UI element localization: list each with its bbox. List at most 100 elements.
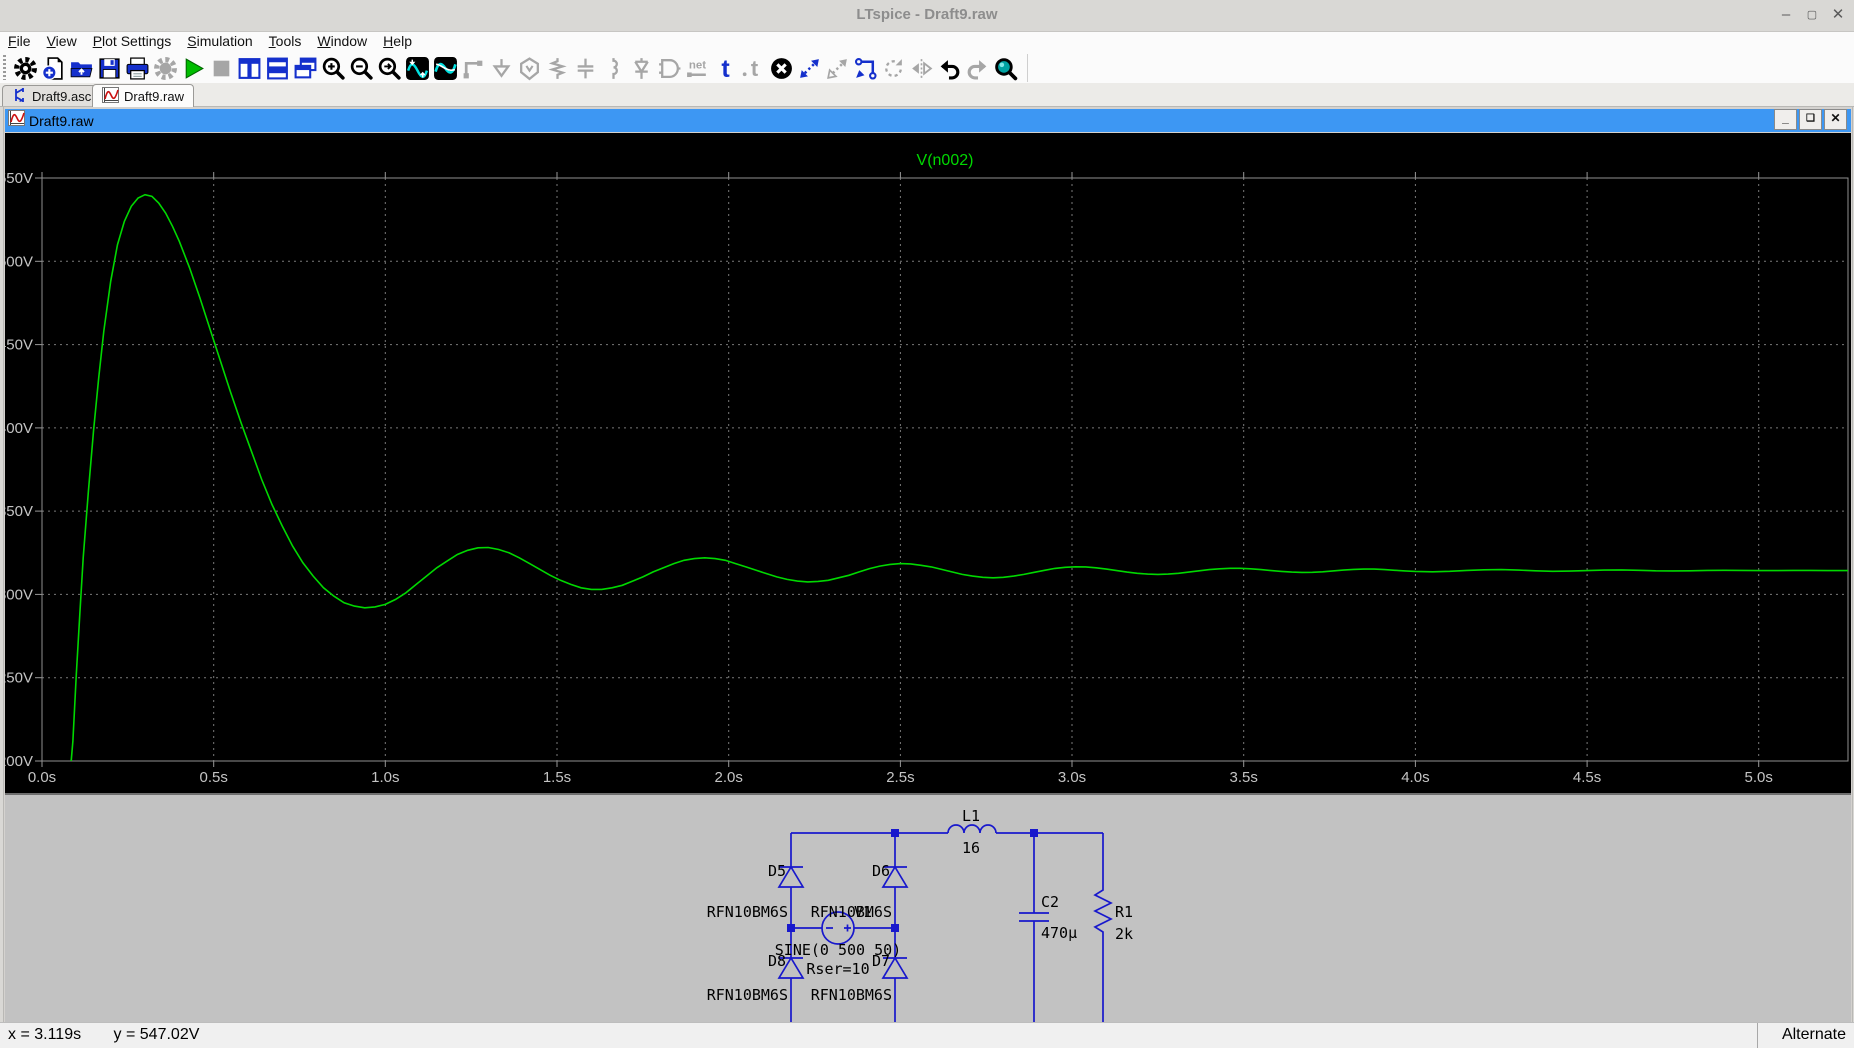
label-D7[interactable]: D7 xyxy=(872,952,890,970)
x-tick-label: 4.5s xyxy=(1573,769,1601,786)
copy-icon[interactable] xyxy=(823,54,851,82)
menu-help[interactable]: Help xyxy=(375,32,420,51)
redo-icon[interactable] xyxy=(963,54,991,82)
delete-icon[interactable] xyxy=(767,54,795,82)
capacitor-icon[interactable] xyxy=(571,54,599,82)
tab-draft9-raw[interactable]: Draft9.raw xyxy=(92,84,194,107)
find-icon[interactable] xyxy=(991,54,1019,82)
window-maximize-button[interactable]: ▢ xyxy=(1800,4,1824,26)
model-D7[interactable]: RFN10BM6S xyxy=(811,986,892,1004)
trace-label: V(n002) xyxy=(917,152,974,169)
run-icon[interactable] xyxy=(179,54,207,82)
text-icon[interactable]: t xyxy=(711,54,739,82)
rotate-icon[interactable] xyxy=(879,54,907,82)
model-D6[interactable]: RFN10BM6S xyxy=(811,903,892,921)
x-tick-label: 3.0s xyxy=(1058,769,1086,786)
inductor-icon[interactable] xyxy=(599,54,627,82)
menu-view[interactable]: View xyxy=(39,32,85,51)
waveform-icon xyxy=(102,87,119,106)
window-close-button[interactable]: ✕ xyxy=(1826,4,1850,26)
label-L1[interactable]: L1 xyxy=(962,807,980,825)
source-polarity-marks xyxy=(826,925,851,932)
net-label-icon[interactable] xyxy=(515,54,543,82)
halt-icon[interactable] xyxy=(207,54,235,82)
ground-icon[interactable] xyxy=(487,54,515,82)
schematic-pane[interactable]: L1 16 D5 D6 RFN10BM6S RFN10BM6S V1 SINE(… xyxy=(5,793,1851,1024)
x-tick-label: 1.0s xyxy=(371,769,399,786)
zoom-extents-icon[interactable] xyxy=(375,54,403,82)
label-D6[interactable]: D6 xyxy=(872,862,890,880)
value-C2[interactable]: 470µ xyxy=(1041,924,1077,942)
inductor-L1[interactable] xyxy=(948,825,996,833)
waveform-settings-icon[interactable] xyxy=(431,54,459,82)
undo-icon[interactable] xyxy=(935,54,963,82)
tab-draft9-asc[interactable]: Draft9.asc xyxy=(2,85,101,106)
y-tick-label: 450V xyxy=(5,337,33,354)
model-D5[interactable]: RFN10BM6S xyxy=(707,903,788,921)
menu-simulation[interactable]: Simulation xyxy=(179,32,260,51)
pause-icon[interactable] xyxy=(151,54,179,82)
move-icon[interactable] xyxy=(795,54,823,82)
window-minimize-button[interactable]: – xyxy=(1774,4,1798,26)
resistor-icon[interactable] xyxy=(543,54,571,82)
zoom-out-icon[interactable] xyxy=(347,54,375,82)
label-V1[interactable]: V1 xyxy=(854,903,872,921)
net-name-icon[interactable]: net xyxy=(683,54,711,82)
svg-text:t: t xyxy=(721,56,730,81)
schematic-icon xyxy=(12,87,27,106)
model-D8[interactable]: RFN10BM6S xyxy=(707,986,788,1004)
drag-icon[interactable] xyxy=(851,54,879,82)
toolbar: nettt xyxy=(0,52,1854,84)
plot-window-titlebar[interactable]: Draft9.raw xyxy=(5,109,1851,132)
waveform-pane[interactable]: 0.0s0.5s1.0s1.5s2.0s2.5s3.0s3.5s4.0s4.5s… xyxy=(5,133,1851,793)
print-icon[interactable] xyxy=(123,54,151,82)
label-R1[interactable]: R1 xyxy=(1115,903,1133,921)
menu-window[interactable]: Window xyxy=(309,32,375,51)
wire-icon[interactable] xyxy=(459,54,487,82)
param-V1[interactable]: Rser=10 xyxy=(806,960,869,978)
cascade-icon[interactable] xyxy=(291,54,319,82)
x-tick-label: 3.5s xyxy=(1230,769,1258,786)
diode-icon[interactable] xyxy=(627,54,655,82)
open-icon[interactable] xyxy=(67,54,95,82)
schematic-drawing: L1 16 D5 D6 RFN10BM6S RFN10BM6S V1 SINE(… xyxy=(5,795,1851,1022)
x-tick-label: 1.5s xyxy=(543,769,571,786)
mdi-window-draft9-raw: Draft9.raw _ ❑ ✕ 0.0s0.5s1.0s1.5s2.0s2.5… xyxy=(3,106,1853,1024)
autorange-y-icon[interactable] xyxy=(403,54,431,82)
label-C2[interactable]: C2 xyxy=(1041,893,1059,911)
menu-file[interactable]: File xyxy=(0,32,39,51)
junction-dot xyxy=(1030,829,1038,837)
y-tick-label: 350V xyxy=(5,503,33,520)
y-tick-label: 550V xyxy=(5,170,33,187)
control-panel-icon[interactable] xyxy=(11,54,39,82)
ltspice-app: LTspice - Draft9.raw – ▢ ✕ FileViewPlot … xyxy=(0,0,1854,1048)
value-R1[interactable]: 2k xyxy=(1115,925,1133,943)
component-icon[interactable] xyxy=(655,54,683,82)
toolbar-grip[interactable] xyxy=(3,55,6,80)
tile-horizontal-icon[interactable] xyxy=(263,54,291,82)
save-icon[interactable] xyxy=(95,54,123,82)
junction-dot xyxy=(891,829,899,837)
plot-minimize-button[interactable]: _ xyxy=(1774,109,1797,130)
x-tick-label: 0.5s xyxy=(200,769,228,786)
solver-mode: Alternate xyxy=(1782,1026,1846,1044)
label-D8[interactable]: D8 xyxy=(768,952,786,970)
menu-tools[interactable]: Tools xyxy=(261,32,310,51)
plot-close-button[interactable]: ✕ xyxy=(1824,109,1847,130)
x-tick-label: 0.0s xyxy=(28,769,56,786)
statusbar-separator xyxy=(1757,1023,1758,1048)
waveform-plot[interactable]: 0.0s0.5s1.0s1.5s2.0s2.5s3.0s3.5s4.0s4.5s… xyxy=(5,133,1851,793)
zoom-in-icon[interactable] xyxy=(319,54,347,82)
mirror-icon[interactable] xyxy=(907,54,935,82)
waveform-icon xyxy=(8,110,25,131)
menu-plot-settings[interactable]: Plot Settings xyxy=(85,32,180,51)
plot-restore-button[interactable]: ❑ xyxy=(1799,109,1822,130)
plot-window-title: Draft9.raw xyxy=(29,113,94,129)
tile-vertical-icon[interactable] xyxy=(235,54,263,82)
label-D5[interactable]: D5 xyxy=(768,862,786,880)
new-schematic-icon[interactable] xyxy=(39,54,67,82)
spice-directive-icon[interactable]: t xyxy=(739,54,767,82)
value-L1[interactable]: 16 xyxy=(962,839,980,857)
svg-text:t: t xyxy=(750,56,758,81)
resistor-R1[interactable] xyxy=(1095,833,1111,1022)
